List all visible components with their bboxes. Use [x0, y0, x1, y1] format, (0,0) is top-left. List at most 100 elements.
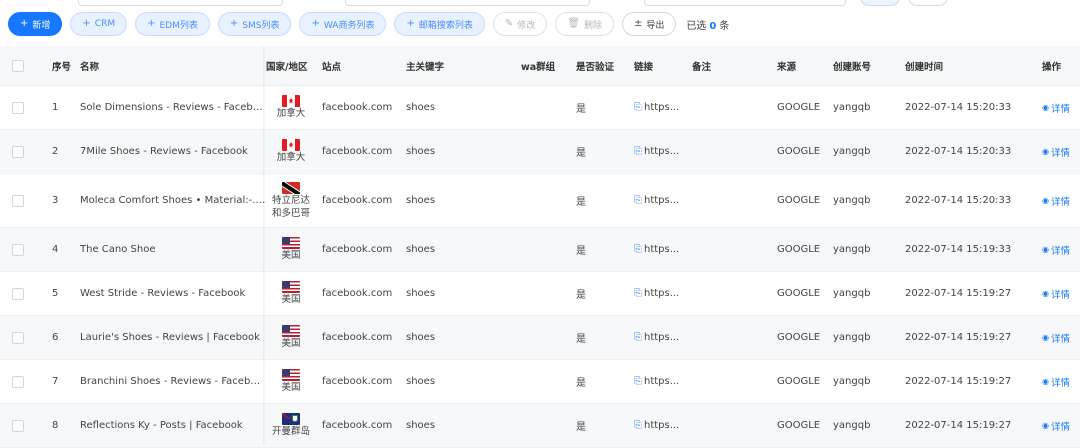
edit-button[interactable]: ✎ 修改: [492, 12, 548, 36]
filter-input[interactable]: [644, 0, 846, 6]
row-link-text: https...: [644, 332, 680, 343]
eye-icon: ◉: [1042, 421, 1049, 430]
row-name: Sole Dimensions - Reviews - Facebook: [80, 102, 266, 113]
row-country-label: 开曼群岛: [271, 426, 310, 438]
eye-icon: ◉: [1042, 103, 1049, 112]
link-icon: ⎘: [634, 376, 642, 387]
row-created: 2022-07-14 15:19:33: [905, 244, 1012, 255]
header-source: 来源: [777, 61, 797, 73]
row-country-label: 美国: [281, 250, 301, 262]
row-source: GOOGLE: [777, 195, 821, 206]
row-account: yangqb: [833, 146, 871, 157]
row-checkbox[interactable]: [12, 101, 24, 114]
row-country: 开曼群岛: [266, 413, 322, 437]
row-source: GOOGLE: [777, 102, 821, 113]
row-name: The Cano Shoe: [80, 244, 156, 255]
row-detail-link[interactable]: ◉ 详情: [1042, 375, 1080, 389]
row-no: 7: [52, 376, 59, 387]
toolbar: + 新增 + CRM + EDM列表 + SMS列表 + WA商务列表 + 邮箱…: [8, 12, 729, 36]
row-checkbox[interactable]: [12, 287, 24, 300]
add-button[interactable]: + 新增: [8, 12, 63, 36]
row-link[interactable]: ⎘ https...: [634, 420, 692, 431]
table-row: 2 7Mile Shoes - Reviews - Facebook 加拿大 f…: [0, 130, 1080, 174]
row-link[interactable]: ⎘ https...: [634, 195, 692, 206]
row-link[interactable]: ⎘ https...: [634, 376, 692, 387]
delete-button[interactable]: 🗑︎ 删除: [555, 12, 614, 36]
row-link[interactable]: ⎘ https...: [634, 146, 692, 157]
mail-search-list-button[interactable]: + 邮箱搜索列表: [394, 12, 485, 36]
edm-list-button[interactable]: + EDM列表: [135, 12, 210, 36]
row-link[interactable]: ⎘ https...: [634, 288, 692, 299]
crm-button[interactable]: + CRM: [70, 12, 128, 36]
row-link-text: https...: [644, 288, 680, 299]
trash-icon: 🗑︎: [567, 18, 580, 29]
eye-icon: ◉: [1042, 333, 1049, 342]
results-table: 序号 名称 国家/地区 站点 主关键字 wa群组 是否验证 链接 备注 来源 创…: [0, 46, 1080, 448]
row-link[interactable]: ⎘ https...: [634, 102, 692, 113]
row-verified: 是: [576, 148, 586, 159]
header-name: 名称: [80, 61, 100, 73]
export-icon: ±: [633, 18, 643, 29]
plus-icon: +: [311, 18, 320, 29]
row-select-cell: [0, 194, 44, 207]
filter-input[interactable]: [345, 0, 590, 6]
row-verified: 是: [576, 290, 586, 301]
row-detail-link[interactable]: ◉ 详情: [1042, 243, 1080, 257]
row-detail-link[interactable]: ◉ 详情: [1042, 287, 1080, 301]
reset-button[interactable]: [908, 0, 948, 6]
row-detail-link[interactable]: ◉ 详情: [1042, 101, 1080, 115]
sms-list-button[interactable]: + SMS列表: [217, 12, 292, 36]
row-select-cell: [0, 331, 44, 344]
row-checkbox[interactable]: [12, 194, 24, 207]
usa-flag-icon: [282, 369, 300, 382]
row-verified: 是: [576, 334, 586, 345]
row-account: yangqb: [833, 244, 871, 255]
row-detail-link[interactable]: ◉ 详情: [1042, 145, 1080, 159]
filter-bar-remnant: [0, 0, 1080, 8]
row-checkbox[interactable]: [12, 243, 24, 256]
cayman-flag-icon: [282, 413, 300, 426]
link-icon: ⎘: [634, 288, 642, 299]
wa-list-button[interactable]: + WA商务列表: [299, 12, 387, 36]
row-no: 3: [52, 195, 59, 206]
row-link-text: https...: [644, 420, 680, 431]
row-created: 2022-07-14 15:19:27: [905, 420, 1012, 431]
row-detail-label: 详情: [1050, 377, 1070, 389]
edit-button-label: 修改: [517, 20, 536, 31]
plus-icon: +: [82, 18, 91, 29]
canada-flag-icon: [282, 139, 300, 152]
row-link[interactable]: ⎘ https...: [634, 244, 692, 255]
row-select-cell: [0, 419, 44, 432]
row-account: yangqb: [833, 332, 871, 343]
row-detail-link[interactable]: ◉ 详情: [1042, 331, 1080, 345]
row-link-text: https...: [644, 102, 680, 113]
header-note: 备注: [692, 61, 712, 73]
row-checkbox[interactable]: [12, 419, 24, 432]
table-header: 序号 名称 国家/地区 站点 主关键字 wa群组 是否验证 链接 备注 来源 创…: [0, 46, 1080, 86]
row-no: 4: [52, 244, 59, 255]
link-icon: ⎘: [634, 195, 642, 206]
row-checkbox[interactable]: [12, 331, 24, 344]
search-button[interactable]: [860, 0, 900, 6]
row-no: 8: [52, 420, 59, 431]
row-account: yangqb: [833, 102, 871, 113]
filter-input[interactable]: [78, 0, 283, 6]
eye-icon: ◉: [1042, 245, 1049, 254]
table-row: 5 West Stride - Reviews - Facebook 美国 fa…: [0, 272, 1080, 316]
row-link[interactable]: ⎘ https...: [634, 332, 692, 343]
row-country: 特立尼达 和多巴哥: [266, 182, 322, 219]
row-site: facebook.com: [322, 376, 393, 387]
row-site: facebook.com: [322, 244, 393, 255]
row-name: Laurie's Shoes - Reviews | Facebook: [80, 332, 260, 343]
row-country: 美国: [266, 369, 322, 393]
row-link-text: https...: [644, 195, 680, 206]
header-verified: 是否验证: [576, 61, 615, 73]
row-checkbox[interactable]: [12, 145, 24, 158]
row-detail-label: 详情: [1050, 333, 1070, 345]
row-detail-link[interactable]: ◉ 详情: [1042, 419, 1080, 433]
table-row: 1 Sole Dimensions - Reviews - Facebook 加…: [0, 86, 1080, 130]
row-detail-link[interactable]: ◉ 详情: [1042, 194, 1080, 208]
select-all-checkbox[interactable]: [12, 59, 24, 72]
export-button[interactable]: ± 导出: [621, 12, 677, 36]
row-checkbox[interactable]: [12, 375, 24, 388]
